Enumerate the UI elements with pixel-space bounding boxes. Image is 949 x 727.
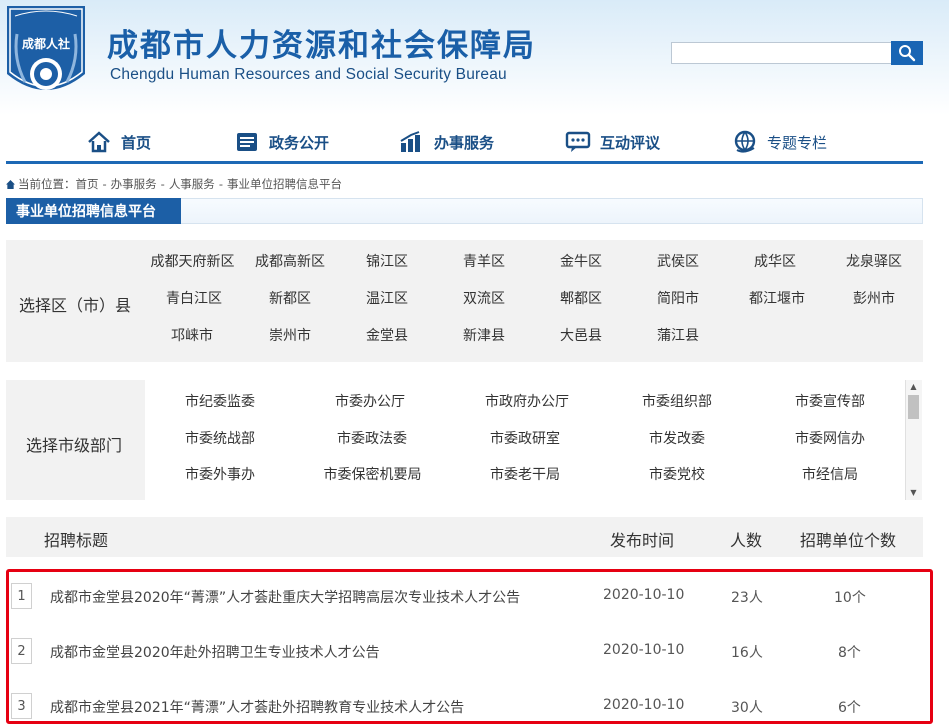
district-option[interactable]: 新都区 [258, 288, 322, 308]
publish-date: 2020-10-10 [603, 697, 685, 713]
nav-item-gov-affairs[interactable]: 政务公开 [234, 122, 329, 162]
breadcrumb-personnel[interactable]: 人事服务 [169, 176, 215, 192]
nav-item-home[interactable]: 首页 [86, 122, 151, 162]
job-title-link[interactable]: 成都市金堂县2020年“菁漂”人才荟赴重庆大学招聘高层次专业技术人才公告 [50, 587, 520, 607]
district-option[interactable]: 武侯区 [646, 251, 710, 271]
department-option[interactable]: 市委政研室 [475, 428, 575, 448]
district-option[interactable]: 双流区 [452, 288, 516, 308]
publish-date: 2020-10-10 [603, 642, 685, 658]
breadcrumb-current[interactable]: 事业单位招聘信息平台 [227, 176, 342, 192]
district-option[interactable]: 金牛区 [549, 251, 613, 271]
section-title: 事业单位招聘信息平台 [6, 198, 181, 224]
department-option[interactable]: 市委老干局 [475, 464, 575, 484]
logo-text: 成都人社 [22, 36, 70, 51]
department-option[interactable]: 市委外事办 [170, 464, 270, 484]
department-option[interactable]: 市经信局 [780, 464, 880, 484]
district-option[interactable]: 蒲江县 [646, 325, 710, 345]
scroll-down-arrow-icon[interactable]: ▼ [908, 488, 919, 498]
district-option[interactable]: 郫都区 [549, 288, 613, 308]
publish-date: 2020-10-10 [603, 587, 685, 603]
department-option[interactable]: 市委保密机要局 [315, 464, 430, 484]
department-option[interactable]: 市纪委监委 [170, 391, 270, 411]
bureau-logo[interactable]: 成都人社 [5, 4, 87, 108]
column-header-count: 人数 [730, 531, 763, 550]
headcount: 23人 [731, 590, 763, 606]
breadcrumb-separator: - [160, 177, 165, 191]
search-button[interactable] [891, 41, 923, 65]
district-option[interactable]: 新津县 [452, 325, 516, 345]
site-title: 成都市人力资源和社会保障局 [107, 28, 536, 64]
nav-label: 政务公开 [269, 133, 330, 152]
home-small-icon [6, 179, 15, 189]
department-option[interactable]: 市委办公厅 [320, 391, 420, 411]
breadcrumb-home[interactable]: 首页 [76, 176, 99, 192]
search-input[interactable] [671, 42, 892, 64]
breadcrumb-services[interactable]: 办事服务 [111, 176, 157, 192]
department-option[interactable]: 市委党校 [627, 464, 727, 484]
nav-label: 办事服务 [434, 133, 495, 152]
row-number: 1 [11, 583, 32, 609]
column-header-units: 招聘单位个数 [800, 531, 897, 550]
breadcrumb-separator: - [218, 177, 223, 191]
nav-label: 首页 [121, 133, 152, 152]
headcount: 16人 [731, 645, 763, 661]
department-panel-label: 选择市级部门 [26, 436, 123, 455]
search-icon [899, 45, 916, 62]
chat-icon [565, 130, 591, 154]
department-option[interactable]: 市委宣传部 [780, 391, 880, 411]
column-header-date: 发布时间 [610, 531, 675, 550]
district-option[interactable]: 成华区 [743, 251, 807, 271]
scrollbar-thumb[interactable] [908, 395, 919, 419]
breadcrumb-separator: - [102, 177, 107, 191]
district-option[interactable]: 青羊区 [452, 251, 516, 271]
nav-divider [6, 161, 923, 164]
breadcrumb: 当前位置： 首页 - 办事服务 - 人事服务 - 事业单位招聘信息平台 [6, 176, 342, 192]
nav-label: 专题专栏 [767, 133, 828, 152]
unit-count: 6个 [838, 700, 861, 716]
department-option[interactable]: 市委政法委 [322, 428, 422, 448]
district-option[interactable]: 大邑县 [549, 325, 613, 345]
main-nav: 首页 政务公开 办事服务 互动评议 专题专栏 [0, 122, 949, 164]
nav-item-topics[interactable]: 专题专栏 [732, 122, 827, 162]
nav-label: 互动评议 [600, 133, 661, 152]
department-option[interactable]: 市政府办公厅 [472, 391, 582, 411]
document-icon [234, 130, 260, 154]
scroll-up-arrow-icon[interactable]: ▲ [908, 382, 919, 392]
district-option[interactable]: 温江区 [355, 288, 419, 308]
district-option[interactable]: 龙泉驿区 [838, 251, 910, 271]
department-option[interactable]: 市发改委 [627, 428, 727, 448]
district-option[interactable]: 锦江区 [355, 251, 419, 271]
department-option[interactable]: 市委统战部 [170, 428, 270, 448]
row-number: 3 [11, 693, 32, 719]
district-option[interactable]: 青白江区 [158, 288, 230, 308]
breadcrumb-prefix: 当前位置： [18, 177, 76, 191]
unit-count: 8个 [838, 645, 861, 661]
job-title-link[interactable]: 成都市金堂县2021年“菁漂”人才荟赴外招聘教育专业技术人才公告 [50, 697, 464, 717]
district-option[interactable]: 简阳市 [646, 288, 710, 308]
home-icon [86, 130, 112, 154]
unit-count: 10个 [834, 590, 866, 606]
table-header [6, 517, 923, 557]
nav-item-interaction[interactable]: 互动评议 [565, 122, 660, 162]
district-option[interactable]: 彭州市 [842, 288, 906, 308]
department-option[interactable]: 市委组织部 [627, 391, 727, 411]
headcount: 30人 [731, 700, 763, 716]
bar-chart-icon [399, 130, 425, 154]
department-option[interactable]: 市委网信办 [780, 428, 880, 448]
district-option[interactable]: 崇州市 [258, 325, 322, 345]
job-title-link[interactable]: 成都市金堂县2020年赴外招聘卫生专业技术人才公告 [50, 642, 380, 662]
nav-item-services[interactable]: 办事服务 [399, 122, 494, 162]
district-option[interactable]: 邛崃市 [160, 325, 224, 345]
site-subtitle: Chengdu Human Resources and Social Secur… [110, 66, 507, 83]
row-number: 2 [11, 638, 32, 664]
district-option[interactable]: 金堂县 [355, 325, 419, 345]
district-option[interactable]: 都江堰市 [741, 288, 813, 308]
district-panel-label: 选择区（市）县 [19, 296, 132, 315]
district-option[interactable]: 成都高新区 [248, 251, 332, 271]
site-header: 成都人社 成都市人力资源和社会保障局 Chengdu Human Resourc… [0, 0, 949, 115]
globe-icon [732, 130, 758, 154]
district-option[interactable]: 成都天府新区 [145, 251, 240, 271]
column-header-title: 招聘标题 [44, 531, 109, 550]
